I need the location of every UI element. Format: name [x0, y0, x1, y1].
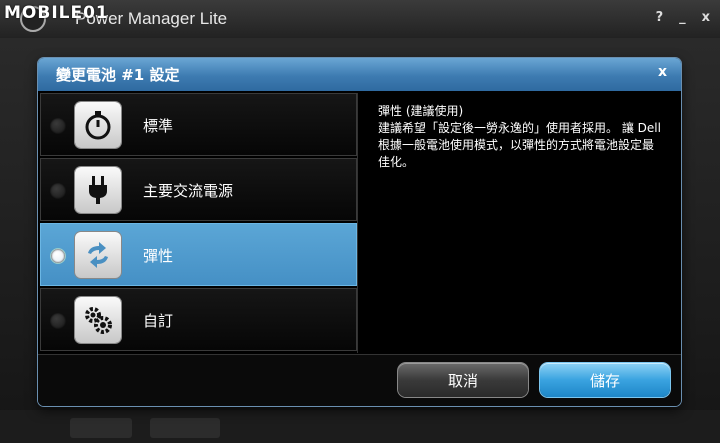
dialog-footer: 取消 儲存 [38, 354, 681, 406]
dialog-header: 變更電池 #1 設定 x [38, 58, 681, 91]
cycle-arrows-icon [75, 232, 121, 278]
plan-option-flexible[interactable]: 彈性 [40, 223, 357, 286]
plan-option-ac-power[interactable]: 主要交流電源 [40, 158, 357, 221]
plan-description: 彈性 (建議使用) 建議希望「設定後一勞永逸的」使用者採用。 讓 Dell 根據… [378, 103, 663, 171]
description-heading: 彈性 (建議使用) [378, 104, 464, 118]
background-tab [150, 418, 220, 438]
plan-label: 主要交流電源 [143, 182, 234, 200]
ac-plug-icon [75, 167, 121, 213]
help-button[interactable]: ? [656, 10, 664, 25]
plan-label: 標準 [143, 117, 174, 135]
minimize-button[interactable]: _ [679, 10, 686, 25]
gears-icon [75, 297, 121, 343]
dialog-close-button[interactable]: x [658, 64, 667, 80]
window-controls: ? _ x [656, 10, 710, 25]
plan-radio[interactable] [50, 313, 66, 329]
cancel-button[interactable]: 取消 [398, 363, 528, 397]
save-button[interactable]: 儲存 [540, 363, 670, 397]
plan-radio[interactable] [50, 248, 66, 264]
plan-label: 自訂 [143, 312, 174, 330]
plan-option-standard[interactable]: 標準 [40, 93, 357, 156]
plan-list: 標準 主要交流電源 彈性 自訂 [40, 93, 358, 353]
dialog-title: 變更電池 #1 設定 [56, 66, 180, 84]
plan-option-custom[interactable]: 自訂 [40, 288, 357, 351]
description-body: 建議希望「設定後一勞永逸的」使用者採用。 讓 Dell 根據一般電池使用模式，以… [378, 121, 661, 169]
background-tab [70, 418, 132, 438]
stopwatch-icon [75, 102, 121, 148]
plan-radio[interactable] [50, 118, 66, 134]
plan-label: 彈性 [143, 247, 174, 265]
plan-radio[interactable] [50, 183, 66, 199]
watermark: MOBILE01 [4, 3, 109, 23]
battery-settings-dialog: 變更電池 #1 設定 x 標準 主要交流電源 彈性 自訂 彈性 (建議使用) 建… [38, 58, 681, 406]
close-button[interactable]: x [702, 10, 710, 25]
